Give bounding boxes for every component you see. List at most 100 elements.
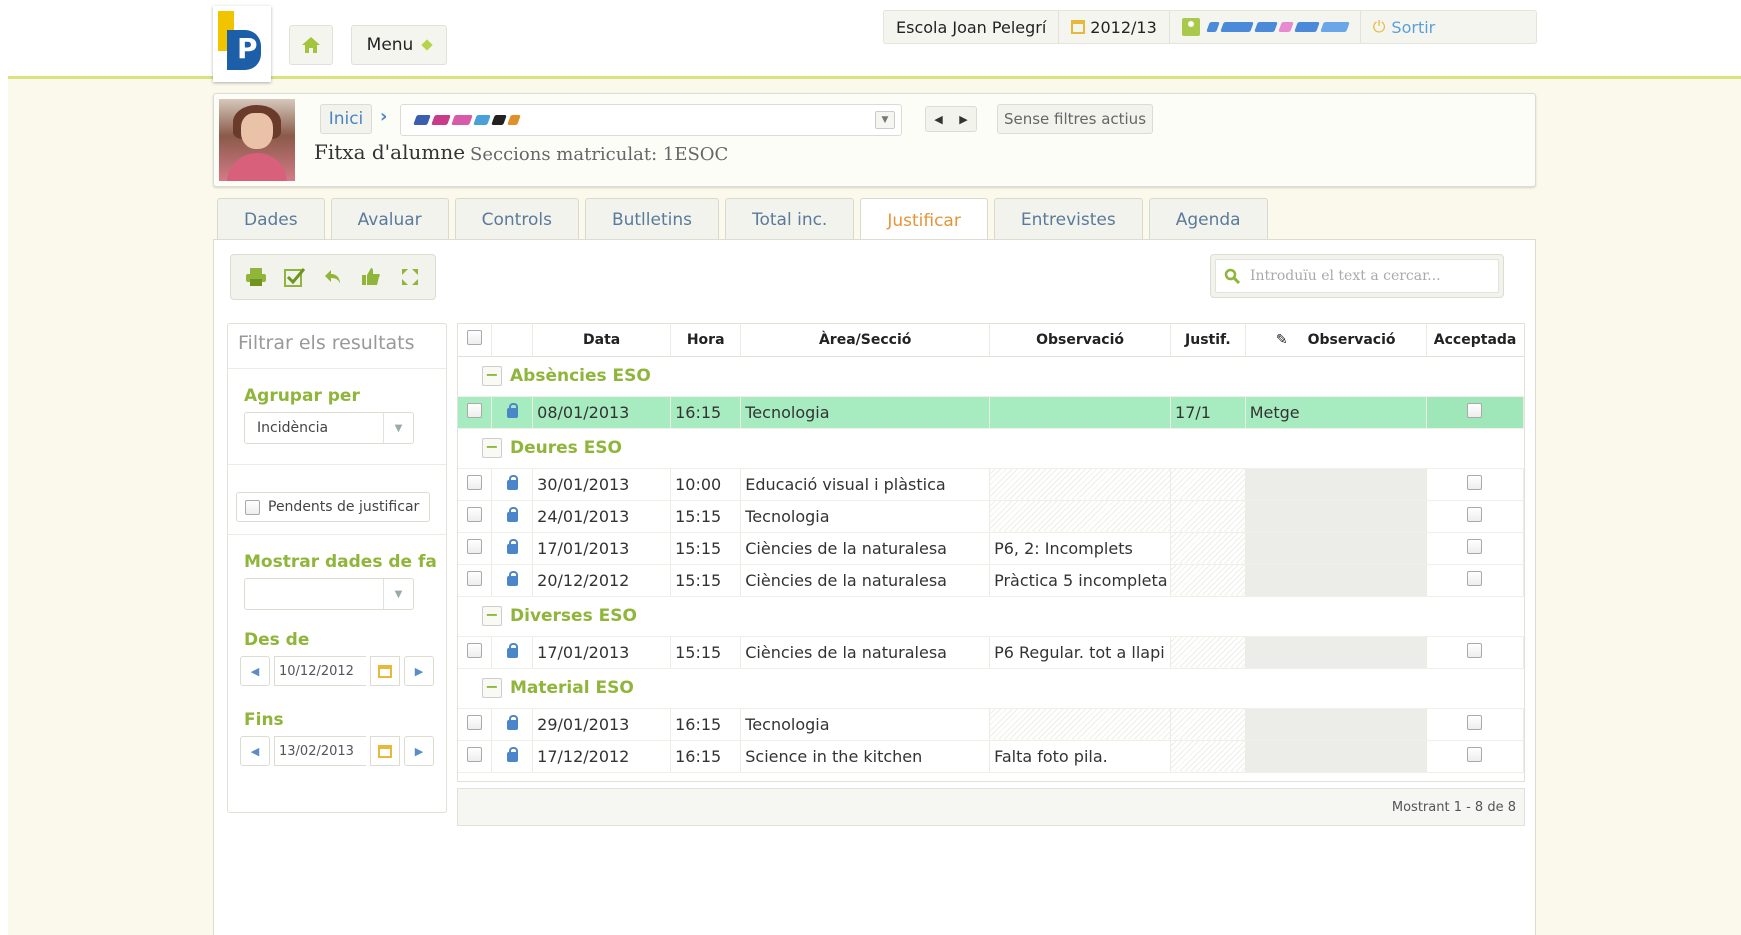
search-input[interactable] bbox=[1248, 267, 1468, 285]
accepted-checkbox[interactable] bbox=[1467, 714, 1483, 730]
column-observation-edit[interactable]: ✎ Observació bbox=[1245, 324, 1427, 357]
row-checkbox[interactable] bbox=[467, 570, 483, 586]
tab-avaluar[interactable]: Avaluar bbox=[330, 198, 449, 240]
print-icon bbox=[246, 268, 267, 286]
row-checkbox[interactable] bbox=[467, 506, 483, 522]
incidents-table: Data Hora Àrea/Secció Observació Justif.… bbox=[457, 323, 1525, 782]
show-data-select[interactable]: ▼ bbox=[244, 578, 414, 610]
row-justification-note[interactable] bbox=[1245, 468, 1427, 501]
tab-butlletins[interactable]: Butlletins bbox=[584, 198, 719, 240]
chevron-down-icon: ▼ bbox=[383, 413, 413, 443]
column-area[interactable]: Àrea/Secció bbox=[740, 324, 991, 357]
row-observation bbox=[989, 708, 1172, 741]
user-info[interactable] bbox=[1170, 11, 1361, 43]
accepted-checkbox[interactable] bbox=[1467, 538, 1483, 554]
accepted-checkbox[interactable] bbox=[1467, 506, 1483, 522]
row-checkbox[interactable] bbox=[467, 746, 483, 762]
row-checkbox[interactable] bbox=[467, 402, 483, 418]
filter-title: Filtrar els resultats bbox=[238, 332, 415, 354]
fullscreen-button[interactable] bbox=[393, 260, 427, 294]
table-row[interactable]: 20/12/2012 15:15 Ciències de la naturalesa… bbox=[458, 564, 1525, 597]
student-selector[interactable]: ▼ bbox=[400, 104, 902, 136]
collapse-icon[interactable]: − bbox=[482, 366, 502, 386]
tab-total-inc[interactable]: Total inc. bbox=[724, 198, 855, 240]
enrolled-sections: Seccions matriculat: 1ESOC bbox=[470, 144, 729, 165]
accepted-checkbox[interactable] bbox=[1467, 570, 1483, 586]
row-justification-note[interactable] bbox=[1245, 636, 1427, 669]
group-by-label: Agrupar per bbox=[244, 386, 360, 406]
breadcrumb-home[interactable]: Inici bbox=[320, 104, 372, 134]
column-time[interactable]: Hora bbox=[670, 324, 742, 357]
tab-dades[interactable]: Dades bbox=[217, 198, 325, 240]
select-all-checkbox[interactable] bbox=[467, 330, 483, 346]
to-date-prev-button[interactable]: ◀ bbox=[240, 736, 270, 766]
tab-justificar[interactable]: Justificar bbox=[860, 198, 988, 242]
row-justification-note[interactable] bbox=[1245, 708, 1427, 741]
calendar-icon[interactable] bbox=[370, 736, 400, 766]
row-justification-note[interactable] bbox=[1245, 532, 1427, 565]
row-area: Educació visual i plàstica bbox=[740, 468, 991, 501]
pending-filter-toggle[interactable]: Pendents de justificar bbox=[236, 492, 430, 522]
collapse-icon[interactable]: − bbox=[482, 678, 502, 698]
redacted-student-name bbox=[413, 115, 521, 125]
approve-button[interactable] bbox=[354, 260, 388, 294]
tab-entrevistes[interactable]: Entrevistes bbox=[993, 198, 1143, 240]
collapse-icon[interactable]: − bbox=[482, 606, 502, 626]
group-row[interactable]: − Absències ESO bbox=[458, 356, 1524, 397]
lock-icon bbox=[506, 474, 518, 490]
column-accepted[interactable]: Acceptada bbox=[1426, 324, 1524, 357]
tab-agenda[interactable]: Agenda bbox=[1148, 198, 1268, 240]
tab-controls[interactable]: Controls bbox=[454, 198, 579, 240]
group-row[interactable]: − Diverses ESO bbox=[458, 596, 1524, 637]
accepted-checkbox[interactable] bbox=[1467, 746, 1483, 762]
school-year-selector[interactable]: 2012/13 bbox=[1059, 11, 1170, 43]
calendar-icon[interactable] bbox=[370, 656, 400, 686]
row-checkbox[interactable] bbox=[467, 714, 483, 730]
pencil-icon: ✎ bbox=[1275, 331, 1288, 348]
main-panel: Filtrar els resultats Agrupar per Incidè… bbox=[213, 239, 1536, 935]
row-checkbox[interactable] bbox=[467, 474, 483, 490]
from-date-input[interactable]: 10/12/2012 bbox=[274, 656, 366, 686]
accepted-checkbox[interactable] bbox=[1467, 642, 1483, 658]
school-logo[interactable]: P bbox=[213, 6, 271, 82]
column-observation[interactable]: Observació bbox=[989, 324, 1172, 357]
group-row[interactable]: − Deures ESO bbox=[458, 428, 1524, 469]
group-by-select[interactable]: Incidència ▼ bbox=[244, 412, 414, 444]
table-row[interactable]: 17/01/2013 15:15 Ciències de la naturalesa… bbox=[458, 636, 1525, 669]
table-row[interactable]: 29/01/2013 16:15 Tecnologia bbox=[458, 708, 1525, 741]
accept-button[interactable] bbox=[278, 260, 312, 294]
row-justification-note[interactable] bbox=[1245, 500, 1427, 533]
row-checkbox[interactable] bbox=[467, 642, 483, 658]
group-row[interactable]: − Material ESO bbox=[458, 668, 1524, 709]
logout-button[interactable]: ⏻ Sortir bbox=[1361, 11, 1447, 43]
collapse-icon[interactable]: − bbox=[482, 438, 502, 458]
to-date-input[interactable]: 13/02/2013 bbox=[274, 736, 366, 766]
accepted-checkbox[interactable] bbox=[1467, 474, 1483, 490]
to-date-next-button[interactable]: ▶ bbox=[404, 736, 434, 766]
column-date[interactable]: Data bbox=[532, 324, 672, 357]
accepted-checkbox[interactable] bbox=[1467, 402, 1483, 418]
row-justification-note[interactable] bbox=[1245, 564, 1427, 597]
table-row[interactable]: 30/01/2013 10:00 Educació visual i plàstic… bbox=[458, 468, 1525, 501]
table-row[interactable]: 08/01/2013 16:15 Tecnologia 17/1 Metge bbox=[458, 396, 1525, 429]
table-header: Data Hora Àrea/Secció Observació Justif.… bbox=[458, 324, 1524, 357]
from-date-prev-button[interactable]: ◀ bbox=[240, 656, 270, 686]
table-row[interactable]: 24/01/2013 15:15 Tecnologia bbox=[458, 500, 1525, 533]
table-row[interactable]: 17/12/2012 16:15 Science in the kitchen Fal… bbox=[458, 740, 1525, 773]
row-checkbox[interactable] bbox=[467, 538, 483, 554]
pending-checkbox[interactable] bbox=[245, 499, 260, 515]
row-justification-note[interactable] bbox=[1245, 740, 1427, 773]
print-button[interactable] bbox=[239, 260, 273, 294]
table-row[interactable]: 17/01/2013 15:15 Ciències de la naturalesa… bbox=[458, 532, 1525, 565]
from-date-next-button[interactable]: ▶ bbox=[404, 656, 434, 686]
next-student-icon[interactable]: ▶ bbox=[959, 113, 967, 126]
search-icon bbox=[1224, 268, 1240, 284]
column-justified[interactable]: Justif. bbox=[1170, 324, 1246, 357]
chevron-down-icon[interactable]: ▼ bbox=[875, 111, 895, 129]
previous-student-icon[interactable]: ◀ bbox=[934, 113, 942, 126]
menu-button[interactable]: Menu bbox=[351, 25, 447, 65]
filters-status-button[interactable]: Sense filtres actius bbox=[997, 104, 1153, 134]
home-button[interactable] bbox=[289, 25, 333, 65]
undo-button[interactable] bbox=[316, 260, 350, 294]
row-justification-note[interactable]: Metge bbox=[1245, 396, 1427, 429]
